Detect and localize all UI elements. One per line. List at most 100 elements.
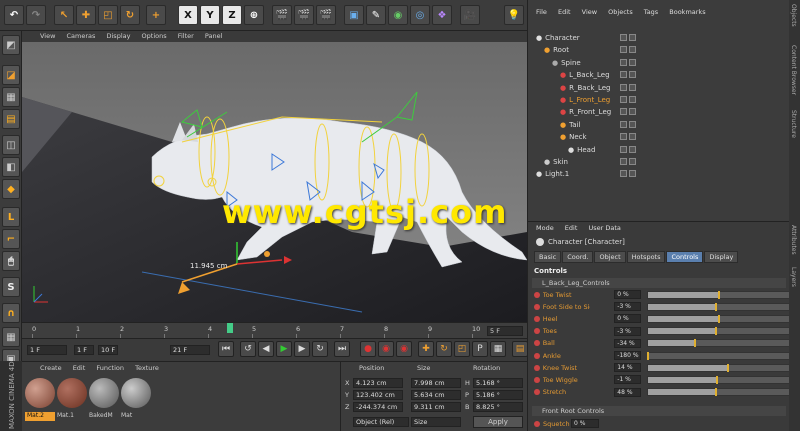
- make-editable-icon[interactable]: ◩: [2, 35, 20, 55]
- render-toggle[interactable]: [629, 133, 636, 141]
- visibility-toggle[interactable]: [620, 158, 627, 165]
- z-axis-toggle[interactable]: Z: [222, 5, 242, 25]
- viewport-menu-view[interactable]: View: [40, 32, 55, 40]
- squetch-keyframe-dot[interactable]: [534, 420, 540, 427]
- undo-icon[interactable]: ↶: [4, 5, 24, 25]
- key-pla-button[interactable]: ▦: [490, 341, 506, 357]
- key-rotate-button[interactable]: ↻: [436, 341, 452, 357]
- keyframe-dot[interactable]: [534, 315, 540, 322]
- prev-frame-button[interactable]: ◀: [258, 341, 274, 357]
- next-key-button[interactable]: ↻: [312, 341, 328, 357]
- property-slider-handle[interactable]: [714, 327, 717, 336]
- object-tree-item[interactable]: ● R_Back_Leg: [528, 82, 790, 94]
- visibility-toggle[interactable]: [620, 120, 627, 128]
- render-toggle[interactable]: [629, 158, 636, 165]
- rotate-icon[interactable]: ↻: [120, 5, 140, 25]
- material-swatch-bakedm[interactable]: [89, 378, 119, 408]
- edges-mode-icon[interactable]: ◧: [2, 157, 20, 177]
- object-tree-item[interactable]: ● Head: [528, 144, 790, 156]
- property-row[interactable]: Heel 0 %: [528, 313, 790, 324]
- workplane-icon[interactable]: ▤: [2, 109, 20, 129]
- material-swatch-mat2[interactable]: [25, 378, 55, 408]
- property-row[interactable]: Ball -34 %: [528, 338, 790, 349]
- property-slider-handle[interactable]: [727, 363, 730, 372]
- deformer-icon[interactable]: ❖: [432, 5, 452, 25]
- property-slider-handle[interactable]: [717, 290, 720, 299]
- end-frame-field[interactable]: 21 F: [170, 345, 210, 355]
- render-toggle[interactable]: [629, 120, 636, 128]
- keyframe-dot[interactable]: [534, 389, 540, 396]
- magnet-icon[interactable]: ∩: [2, 303, 20, 323]
- property-value-field[interactable]: -3 %: [614, 326, 642, 336]
- timeline-window-button[interactable]: ▤: [512, 341, 528, 357]
- move-icon[interactable]: ✚: [76, 5, 96, 25]
- snap-icon[interactable]: S: [2, 277, 20, 297]
- render-toggle[interactable]: [629, 145, 636, 153]
- om-menu-objects[interactable]: Objects: [608, 8, 633, 16]
- apply-button[interactable]: Apply: [473, 416, 523, 428]
- material-menu-texture[interactable]: Texture: [135, 364, 159, 372]
- visibility-toggle[interactable]: [620, 133, 627, 141]
- render-toggle[interactable]: [629, 58, 636, 66]
- visibility-toggle[interactable]: [620, 170, 627, 178]
- light-icon[interactable]: 💡: [504, 5, 524, 25]
- object-tree-item[interactable]: ● Character: [528, 32, 790, 44]
- render-toggle[interactable]: [629, 108, 636, 116]
- render-toggle[interactable]: [629, 83, 636, 91]
- property-slider-handle[interactable]: [714, 302, 717, 311]
- viewport-menu-filter[interactable]: Filter: [178, 32, 194, 40]
- property-value-field[interactable]: -180 %: [614, 351, 642, 360]
- material-menu-function[interactable]: Function: [96, 364, 124, 372]
- viewport-menu-panel[interactable]: Panel: [205, 32, 223, 40]
- render-toggle[interactable]: [629, 96, 636, 103]
- om-menu-edit[interactable]: Edit: [558, 8, 571, 16]
- select-arrow-icon[interactable]: ↖: [54, 5, 74, 25]
- object-tree-item[interactable]: ● Light.1: [528, 168, 790, 180]
- position-z-field[interactable]: -244.374 cm: [353, 402, 403, 412]
- property-slider[interactable]: [647, 388, 790, 397]
- camera-icon[interactable]: 🎥: [460, 5, 480, 25]
- om-menu-tags[interactable]: Tags: [644, 8, 658, 16]
- key-param-button[interactable]: P: [472, 341, 488, 357]
- auto-key-button[interactable]: ◉: [378, 341, 394, 357]
- go-to-end-button[interactable]: ⏭: [334, 341, 350, 357]
- viewport-menu-display[interactable]: Display: [107, 32, 131, 40]
- property-slider[interactable]: [647, 314, 790, 323]
- keyframe-dot[interactable]: [534, 340, 540, 347]
- keyframe-selection-button[interactable]: ◉: [396, 341, 412, 357]
- visibility-toggle[interactable]: [620, 58, 627, 66]
- object-tree-item[interactable]: ● L_Front_Leg: [528, 94, 790, 106]
- current-frame-field[interactable]: 5 F: [487, 326, 523, 336]
- record-button[interactable]: ●: [360, 341, 376, 357]
- render-view-icon[interactable]: 🎬: [272, 5, 292, 25]
- visibility-toggle[interactable]: [620, 46, 627, 54]
- side-tab-objects[interactable]: Objects: [790, 4, 797, 27]
- grid-icon[interactable]: ▦: [2, 327, 20, 347]
- group-l-back-leg-controls[interactable]: L_Back_Leg_Controls: [532, 278, 786, 288]
- object-tree-item[interactable]: ● Skin: [528, 156, 790, 168]
- om-menu-view[interactable]: View: [582, 8, 597, 16]
- material-swatch-mat[interactable]: [121, 378, 151, 408]
- keyframe-dot[interactable]: [534, 328, 540, 335]
- go-to-start-button[interactable]: ⏮: [218, 341, 234, 357]
- object-tree-item[interactable]: ● Neck: [528, 131, 790, 143]
- render-settings-icon[interactable]: 🎬: [316, 5, 336, 25]
- position-x-field[interactable]: 4.123 cm: [353, 378, 403, 388]
- render-picture-icon[interactable]: 🎬: [294, 5, 314, 25]
- side-tab-content-browser[interactable]: Content Browser: [790, 45, 797, 95]
- render-toggle[interactable]: [629, 34, 636, 41]
- range-end-field[interactable]: 10 F: [98, 345, 118, 355]
- timeline-ruler[interactable]: 0 1 2 3 4 5 6 7 8 9 10 5 F: [22, 322, 527, 339]
- visibility-toggle[interactable]: [620, 71, 627, 79]
- object-tree-item[interactable]: ● Tail: [528, 119, 790, 131]
- material-menu-edit[interactable]: Edit: [73, 364, 86, 372]
- property-value-field[interactable]: 14 %: [614, 363, 642, 373]
- group-front-root-controls[interactable]: Front Root Controls: [532, 406, 786, 416]
- prev-key-button[interactable]: ↺: [240, 341, 256, 357]
- world-coords-icon[interactable]: ⊕: [244, 5, 264, 25]
- visibility-toggle[interactable]: [620, 34, 627, 41]
- attribute-tab[interactable]: Object: [594, 251, 626, 263]
- mouse-icon[interactable]: 🖱: [2, 251, 20, 271]
- next-frame-button[interactable]: ▶: [294, 341, 310, 357]
- model-mode-icon[interactable]: ◪: [2, 65, 20, 85]
